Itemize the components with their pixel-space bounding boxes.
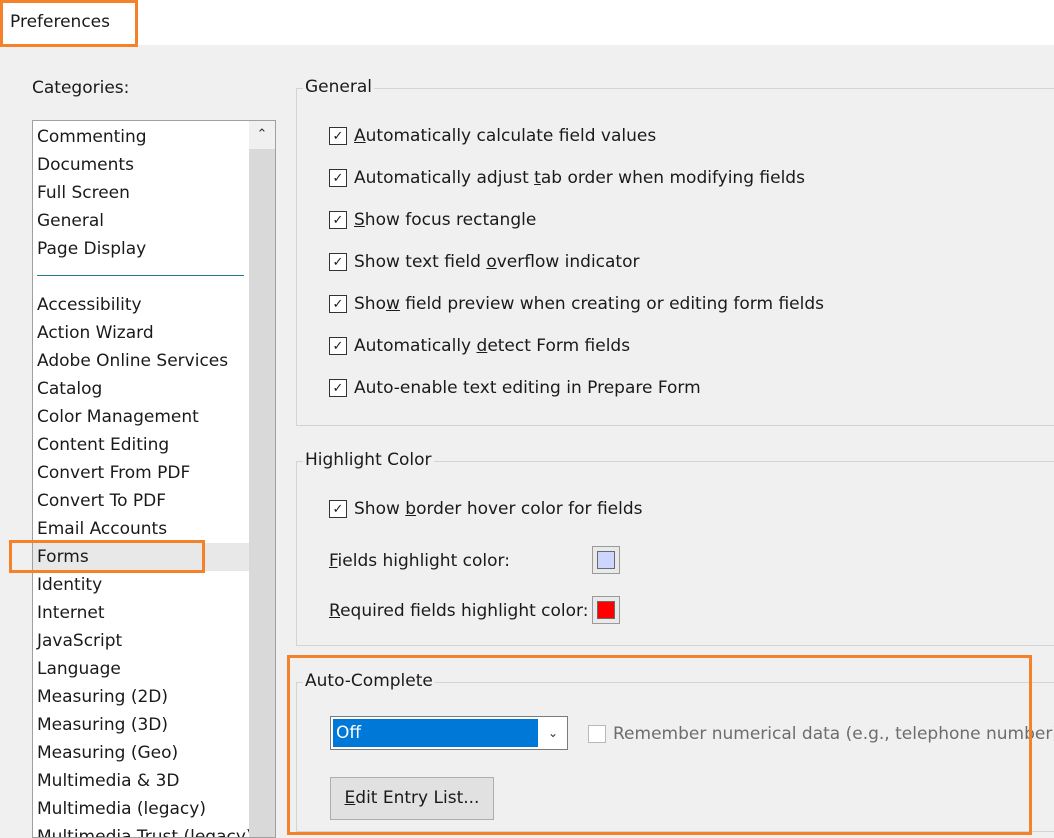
category-item-measuring-2d[interactable]: Measuring (2D) <box>37 683 168 711</box>
category-item-page-display[interactable]: Page Display <box>37 235 146 263</box>
category-item-identity[interactable]: Identity <box>37 571 102 599</box>
option-field-preview[interactable]: ✓ Show field preview when creating or ed… <box>329 294 824 314</box>
category-item-accessibility[interactable]: Accessibility <box>37 291 142 319</box>
general-group-title: General <box>303 77 374 97</box>
category-item-catalog[interactable]: Catalog <box>37 375 102 403</box>
category-item-measuring-geo[interactable]: Measuring (Geo) <box>37 739 178 767</box>
categories-list[interactable]: Commenting Documents Full Screen General… <box>32 120 276 838</box>
category-item-action-wizard[interactable]: Action Wizard <box>37 319 154 347</box>
checkbox-checked-icon[interactable]: ✓ <box>329 379 347 397</box>
checkbox-checked-icon[interactable]: ✓ <box>329 169 347 187</box>
category-item-commenting[interactable]: Commenting <box>37 123 147 151</box>
title-highlight-box <box>0 0 138 47</box>
checkbox-checked-icon[interactable]: ✓ <box>329 500 347 518</box>
category-item-convert-to-pdf[interactable]: Convert To PDF <box>37 487 166 515</box>
category-item-documents[interactable]: Documents <box>37 151 134 179</box>
category-item-email-accounts[interactable]: Email Accounts <box>37 515 167 543</box>
option-auto-calculate[interactable]: ✓ Automatically calculate field values <box>329 126 656 146</box>
list-scrollbar[interactable]: ⌃ <box>249 121 275 837</box>
category-item-general[interactable]: General <box>37 207 104 235</box>
category-item-convert-from-pdf[interactable]: Convert From PDF <box>37 459 190 487</box>
category-item-color-management[interactable]: Color Management <box>37 403 199 431</box>
category-item-content-editing[interactable]: Content Editing <box>37 431 169 459</box>
category-item-multimedia-legacy[interactable]: Multimedia (legacy) <box>37 795 206 823</box>
option-focus-rectangle[interactable]: ✓ Show focus rectangle <box>329 210 536 230</box>
title-bar: Preferences <box>0 0 1054 45</box>
checkbox-checked-icon[interactable]: ✓ <box>329 211 347 229</box>
checkbox-checked-icon[interactable]: ✓ <box>329 295 347 313</box>
category-item-measuring-3d[interactable]: Measuring (3D) <box>37 711 168 739</box>
required-fields-highlight-color-swatch[interactable] <box>592 596 620 624</box>
required-fields-highlight-color-label: Required fields highlight color: <box>329 601 589 621</box>
category-item-internet[interactable]: Internet <box>37 599 105 627</box>
category-item-multimedia-3d[interactable]: Multimedia & 3D <box>37 767 179 795</box>
category-item-multimedia-trust-legacy[interactable]: Multimedia Trust (legacy) <box>37 823 253 837</box>
categories-label: Categories: <box>32 78 130 98</box>
highlight-color-group-title: Highlight Color <box>303 450 434 470</box>
category-item-language[interactable]: Language <box>37 655 121 683</box>
forms-highlight-box <box>9 540 205 573</box>
option-overflow-indicator[interactable]: ✓ Show text field overflow indicator <box>329 252 640 272</box>
fields-highlight-color-label: Fields highlight color: <box>329 551 510 571</box>
category-item-adobe-online-services[interactable]: Adobe Online Services <box>37 347 228 375</box>
category-item-javascript[interactable]: JavaScript <box>37 627 122 655</box>
checkbox-checked-icon[interactable]: ✓ <box>329 127 347 145</box>
scroll-up-arrow-icon[interactable]: ⌃ <box>249 121 275 149</box>
option-auto-tab-order[interactable]: ✓ Automatically adjust tab order when mo… <box>329 168 805 188</box>
fields-highlight-color-swatch[interactable] <box>592 546 620 574</box>
checkbox-checked-icon[interactable]: ✓ <box>329 337 347 355</box>
option-border-hover-color[interactable]: ✓ Show border hover color for fields <box>329 499 642 519</box>
option-detect-form-fields[interactable]: ✓ Automatically detect Form fields <box>329 336 630 356</box>
option-auto-enable-text-editing[interactable]: ✓ Auto-enable text editing in Prepare Fo… <box>329 378 701 398</box>
checkbox-checked-icon[interactable]: ✓ <box>329 253 347 271</box>
list-separator <box>37 275 244 276</box>
category-item-full-screen[interactable]: Full Screen <box>37 179 130 207</box>
fields-color-chip <box>597 551 615 569</box>
auto-complete-highlight-box <box>287 655 1032 835</box>
required-color-chip <box>597 601 615 619</box>
